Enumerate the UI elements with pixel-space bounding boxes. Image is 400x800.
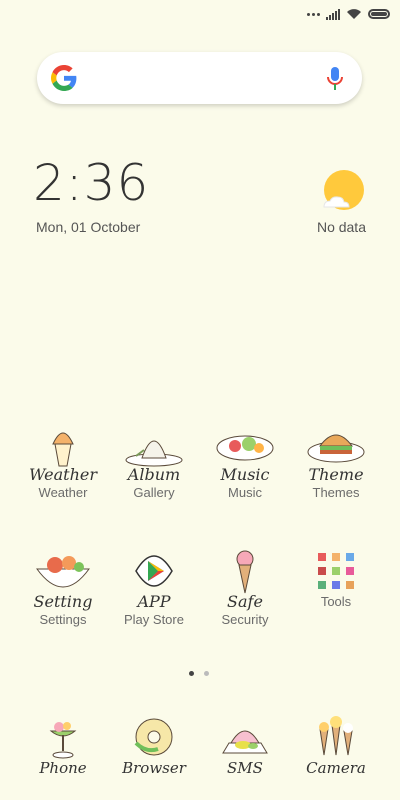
app-script-label: APP — [137, 592, 171, 611]
app-label: Themes — [312, 485, 360, 500]
page-dot[interactable] — [204, 671, 209, 676]
app-label: Gallery — [133, 485, 175, 500]
dock-app-browser[interactable]: Browser — [109, 713, 199, 777]
app-label: Music — [228, 485, 262, 500]
microphone-icon[interactable] — [326, 66, 344, 92]
status-icons — [307, 8, 390, 20]
status-bar — [0, 0, 400, 32]
dock-app-camera[interactable]: Camera — [291, 713, 381, 777]
app-music[interactable]: Music Music — [200, 420, 290, 500]
app-label: Play Store — [124, 612, 184, 627]
app-script-label: Weather — [29, 465, 97, 484]
app-script-label: Theme — [308, 465, 364, 484]
fruit-plate-icon — [216, 435, 274, 461]
app-settings[interactable]: Setting Settings — [18, 547, 108, 627]
page-dot-active[interactable] — [189, 671, 194, 676]
app-weather[interactable]: Weather Weather — [18, 420, 108, 500]
app-script-label: Setting — [33, 592, 93, 611]
app-gallery[interactable]: Album Gallery — [109, 420, 199, 500]
app-label: Security — [221, 612, 269, 627]
app-label: Tools — [320, 594, 352, 609]
dock-script-label: SMS — [227, 759, 263, 777]
google-search-bar[interactable] — [37, 52, 362, 104]
app-themes[interactable]: Theme Themes — [291, 420, 381, 500]
salad-bowl-icon — [36, 556, 90, 588]
donut-icon — [134, 718, 173, 756]
app-script-label: Album — [127, 465, 181, 484]
dock-script-label: Phone — [39, 759, 87, 777]
google-g-icon — [51, 65, 77, 91]
app-label: Weather — [38, 485, 88, 500]
ice-cream-cone-icon — [236, 550, 254, 594]
app-tools[interactable]: Tools — [291, 547, 381, 609]
app-label: Settings — [39, 612, 87, 627]
signal-icon — [326, 8, 340, 20]
dock-app-phone[interactable]: Phone — [18, 713, 108, 777]
more-dots-icon — [307, 12, 320, 16]
app-script-label: Safe — [227, 592, 263, 611]
dock-script-label: Browser — [122, 759, 186, 777]
page-indicator[interactable] — [189, 671, 209, 676]
dock-script-label: Camera — [306, 759, 366, 777]
battery-icon — [368, 9, 390, 19]
cake-slice-icon — [222, 730, 268, 754]
weather-sun-cloud-icon[interactable] — [320, 169, 366, 215]
ice-cream-cup-icon — [52, 432, 74, 467]
app-security[interactable]: Safe Security — [200, 547, 290, 627]
wifi-icon — [347, 9, 361, 19]
app-script-label: Music — [220, 465, 270, 484]
burger-plate-icon — [307, 434, 365, 463]
play-store-icon — [135, 555, 173, 587]
sundae-glass-icon — [49, 722, 77, 759]
app-play-store[interactable]: APP Play Store — [109, 547, 199, 627]
clock-date[interactable]: Mon, 01 October — [36, 219, 140, 235]
weather-status[interactable]: No data — [317, 219, 366, 235]
cones-icon — [319, 716, 353, 756]
clock-time[interactable]: 2:36 — [33, 158, 149, 208]
cake-plate-icon — [125, 440, 183, 467]
dock-app-sms[interactable]: SMS — [200, 713, 290, 777]
tools-grid-icon — [318, 553, 354, 589]
